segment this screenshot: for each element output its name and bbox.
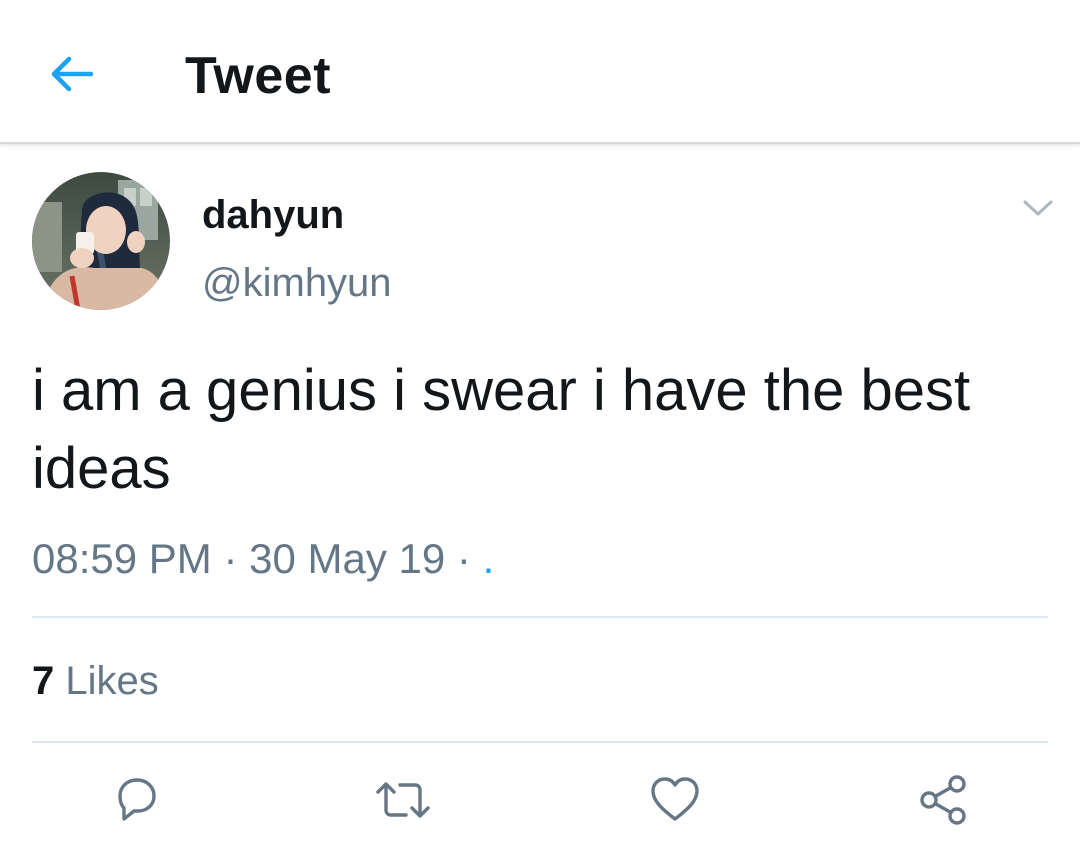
heart-icon <box>648 775 702 830</box>
meta-separator: · <box>456 535 471 582</box>
reply-button[interactable] <box>106 772 166 832</box>
retweet-button[interactable] <box>373 772 433 832</box>
top-app-bar: Tweet <box>0 0 1080 144</box>
reply-icon <box>110 774 162 831</box>
tweet-options-button[interactable] <box>1018 196 1058 224</box>
back-button[interactable] <box>44 48 100 104</box>
divider <box>32 741 1048 743</box>
share-button[interactable] <box>913 772 973 832</box>
arrow-left-icon <box>49 54 95 99</box>
likes-count: 7 <box>32 659 55 703</box>
tweet-text: i am a genius i swear i have the best id… <box>32 358 971 501</box>
tweet-timestamp: 08:59 PM · 30 May 19 · . <box>32 532 494 586</box>
chevron-down-icon <box>1022 198 1054 223</box>
author-display-name[interactable]: dahyun <box>202 190 344 240</box>
avatar[interactable] <box>32 172 170 310</box>
likes-label: Likes <box>65 659 159 703</box>
retweet-icon <box>373 774 433 831</box>
page-title: Tweet <box>185 47 332 105</box>
tweet-detail-screen: Tweet dahyun @kimhyun i am a genius i sw… <box>0 0 1080 867</box>
divider <box>32 616 1048 618</box>
meta-separator: · <box>223 535 238 582</box>
likes-summary[interactable]: 7 Likes <box>32 656 159 706</box>
tweet-time: 08:59 PM <box>32 535 212 582</box>
tweet-source-link[interactable]: . <box>483 535 495 582</box>
share-icon <box>915 773 971 832</box>
author-handle[interactable]: @kimhyun <box>202 258 392 308</box>
like-button[interactable] <box>645 772 705 832</box>
tweet-date: 30 May 19 <box>249 535 446 582</box>
